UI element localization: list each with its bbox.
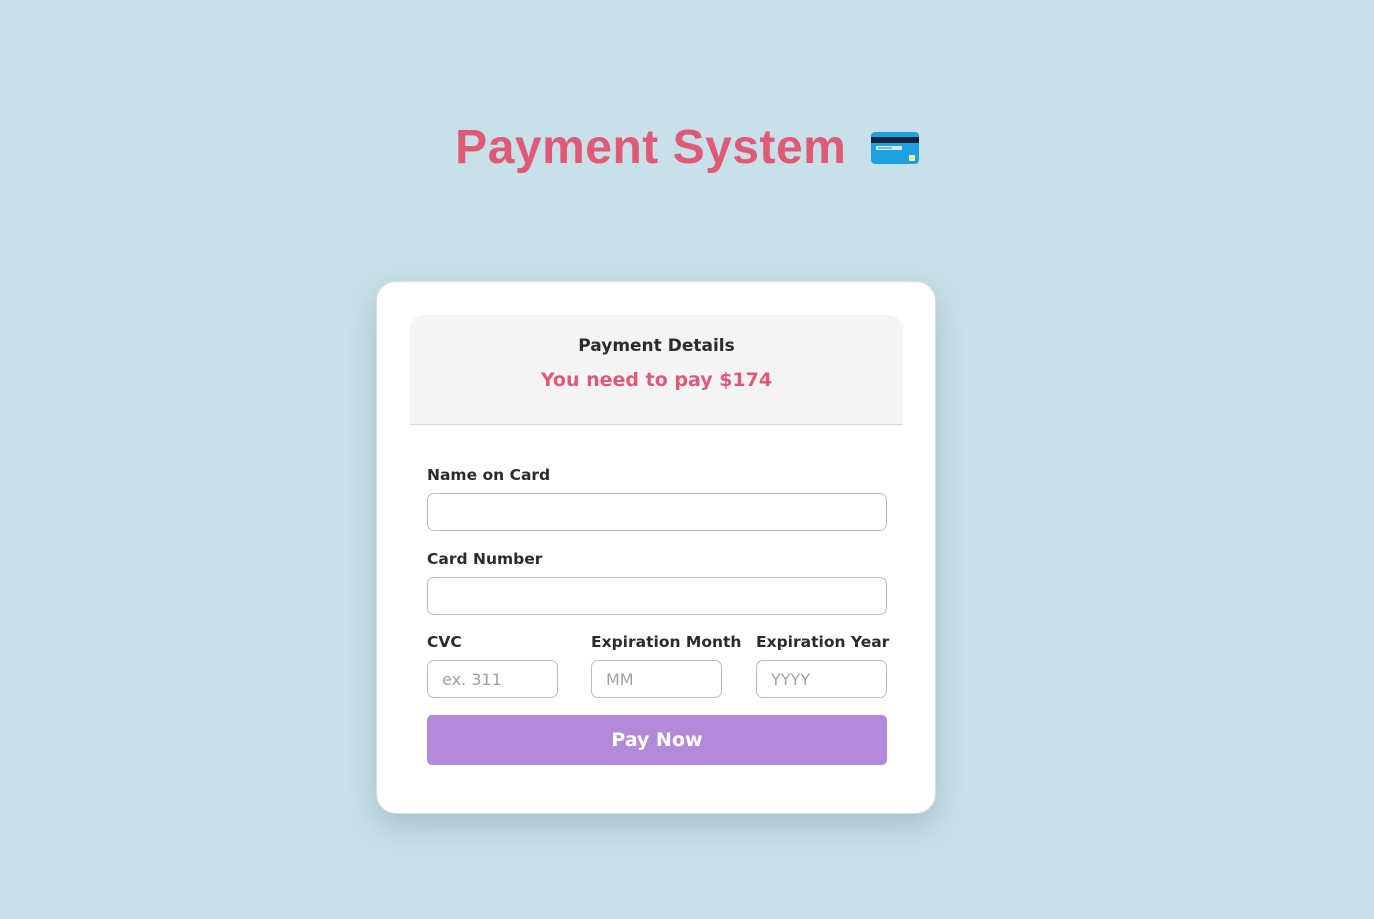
- payment-details-header: Payment Details You need to pay $174: [410, 315, 903, 425]
- page-header: Payment System: [0, 120, 1374, 175]
- page-title: Payment System: [455, 121, 847, 174]
- name-on-card-label: Name on Card: [427, 466, 551, 484]
- amount-due-text: You need to pay $174: [540, 369, 773, 391]
- expiration-year-label: Expiration Year: [756, 633, 890, 651]
- cvc-input[interactable]: [427, 660, 558, 698]
- name-on-card-input[interactable]: [427, 493, 887, 531]
- card-number-input[interactable]: [427, 577, 887, 615]
- payment-card: Payment Details You need to pay $174 Nam…: [376, 281, 936, 814]
- cvc-label: CVC: [427, 633, 462, 651]
- card-number-label: Card Number: [427, 550, 543, 568]
- credit-card-icon: [870, 132, 919, 169]
- expiration-month-label: Expiration Month: [591, 633, 742, 651]
- pay-now-button[interactable]: Pay Now: [427, 715, 887, 765]
- expiration-month-input[interactable]: [591, 660, 722, 698]
- expiration-year-input[interactable]: [756, 660, 887, 698]
- payment-details-title: Payment Details: [578, 336, 735, 356]
